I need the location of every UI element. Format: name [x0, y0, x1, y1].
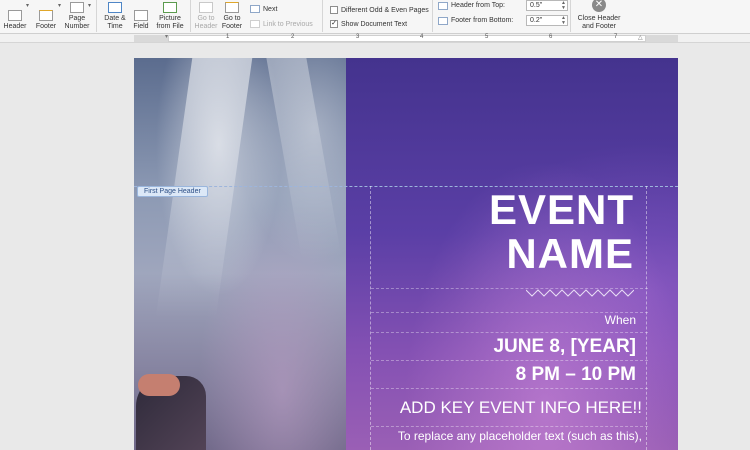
footer-position-icon — [438, 16, 448, 25]
raised-hand — [138, 374, 180, 396]
ruler-number: 2 — [291, 34, 295, 40]
divider-line — [371, 388, 648, 389]
footer-from-bottom-row: Footer from Bottom: 0.2" ▲ ▼ — [438, 15, 568, 26]
ruler-right-margin — [646, 35, 678, 42]
next-icon — [250, 5, 260, 13]
header-from-top-input[interactable]: 0.5" ▲ ▼ — [526, 0, 568, 11]
footer-button[interactable]: Footer — [32, 0, 60, 34]
divider-line — [371, 332, 648, 333]
header-position-icon — [438, 1, 448, 10]
event-date[interactable]: JUNE 8, [YEAR] — [493, 336, 636, 358]
go-to-header-label-2: Header — [194, 23, 218, 30]
header-dropdown-icon[interactable]: ▾ — [26, 2, 29, 9]
go-to-footer-icon — [225, 2, 239, 13]
go-to-header-button[interactable]: Go to Header — [193, 0, 219, 34]
header-from-top-row: Header from Top: 0.5" ▲ ▼ — [438, 0, 568, 11]
show-document-text-checkbox[interactable]: ✓ Show Document Text — [330, 20, 407, 28]
close-label-2: and Footer — [582, 23, 616, 30]
spinner-arrows-icon[interactable]: ▲ ▼ — [561, 16, 566, 26]
clock-icon — [108, 2, 122, 13]
ribbon-toolbar: Header ▾ Footer ▾ Page Number ▾ Date & T… — [0, 0, 750, 34]
next-label: Next — [263, 5, 278, 13]
ruler-number: 5 — [485, 34, 489, 40]
ribbon-separator — [570, 0, 571, 32]
header-button[interactable]: Header — [2, 0, 28, 34]
checkbox-checked[interactable]: ✓ — [330, 20, 338, 28]
right-indent-marker-icon[interactable]: △ — [638, 34, 643, 41]
picture-from-file-button[interactable]: Picture from File — [153, 0, 187, 34]
event-title-line-1: EVENT — [488, 186, 634, 233]
date-time-label-2: Time — [107, 23, 123, 30]
spinner-arrows-icon[interactable]: ▲ ▼ — [561, 1, 566, 11]
event-time[interactable]: 8 PM – 10 PM — [516, 364, 636, 386]
when-label[interactable]: When — [605, 313, 636, 327]
header-from-top-label: Header from Top: — [451, 2, 505, 9]
footer-from-bottom-label: Footer from Bottom: — [451, 17, 514, 24]
header-from-top-value: 0.5" — [530, 2, 543, 9]
date-time-button[interactable]: Date & Time — [100, 0, 130, 34]
picture-label-1: Picture — [159, 15, 181, 22]
footer-button-label: Footer — [35, 23, 57, 30]
picture-icon — [163, 2, 177, 13]
link-icon — [250, 20, 260, 28]
ruler-number: 6 — [549, 34, 553, 40]
link-to-previous-label: Link to Previous — [263, 20, 313, 28]
date-time-label-1: Date & — [104, 15, 126, 22]
footer-from-bottom-input[interactable]: 0.2" ▲ ▼ — [526, 15, 568, 26]
spotlight-beam — [266, 58, 342, 258]
go-to-footer-label-1: Go to — [223, 15, 241, 22]
close-label-1: Close Header — [577, 15, 621, 22]
footer-icon — [39, 10, 53, 21]
ribbon-separator — [96, 0, 97, 32]
ribbon-separator — [190, 0, 191, 32]
go-to-header-icon — [199, 2, 213, 13]
divider-line — [371, 426, 648, 427]
go-to-footer-button[interactable]: Go to Footer — [219, 0, 245, 34]
event-title-line-2: NAME — [506, 230, 634, 277]
horizontal-ruler[interactable]: 1 2 3 4 5 6 7 ▾ △ — [0, 34, 750, 43]
ruler-track — [168, 35, 646, 42]
show-document-text-label: Show Document Text — [341, 20, 408, 28]
go-to-header-label-1: Go to — [197, 15, 215, 22]
checkbox[interactable] — [330, 6, 338, 14]
event-title[interactable]: EVENT NAME — [489, 188, 634, 276]
field-label: Field — [133, 23, 149, 30]
page-number-dropdown-icon[interactable]: ▾ — [88, 2, 91, 9]
ribbon-separator — [322, 0, 323, 32]
page-number-icon — [70, 2, 84, 13]
ruler-number: 7 — [614, 34, 618, 40]
header-icon — [8, 10, 22, 21]
field-icon — [134, 10, 148, 21]
close-icon: ✕ — [592, 0, 606, 12]
different-odd-even-checkbox[interactable]: Different Odd & Even Pages — [330, 6, 429, 14]
footer-from-bottom-value: 0.2" — [530, 17, 543, 24]
page-number-label-2: Number — [64, 23, 90, 30]
different-odd-even-label: Different Odd & Even Pages — [341, 6, 429, 14]
indent-marker-icon[interactable]: ▾ — [165, 33, 168, 40]
first-page-header-tag: First Page Header — [137, 186, 208, 197]
ribbon-separator — [432, 0, 433, 32]
page-number-label-1: Page — [68, 15, 86, 22]
zigzag-divider-icon — [526, 289, 634, 297]
placeholder-description[interactable]: To replace any placeholder text (such as… — [398, 429, 642, 443]
event-content-box[interactable]: EVENT NAME When JUNE 8, [YEAR] 8 PM – 10… — [370, 186, 648, 450]
footer-dropdown-icon[interactable]: ▾ — [58, 2, 61, 9]
concert-photo — [134, 58, 346, 450]
ruler-number: 3 — [356, 34, 360, 40]
picture-label-2: from File — [156, 23, 184, 30]
key-event-info[interactable]: ADD KEY EVENT INFO HERE!! — [400, 398, 642, 418]
go-to-footer-label-2: Footer — [221, 23, 243, 30]
close-header-footer-button[interactable]: ✕ Close Header and Footer — [574, 0, 624, 34]
ruler-number: 1 — [226, 34, 230, 40]
link-to-previous-button[interactable]: Link to Previous — [250, 20, 313, 28]
ruler-number: 4 — [420, 34, 424, 40]
divider-line — [371, 360, 648, 361]
next-button[interactable]: Next — [250, 5, 277, 13]
ruler-left-margin — [134, 35, 168, 42]
field-button[interactable]: Field — [130, 0, 152, 34]
header-button-label: Header — [3, 23, 27, 30]
